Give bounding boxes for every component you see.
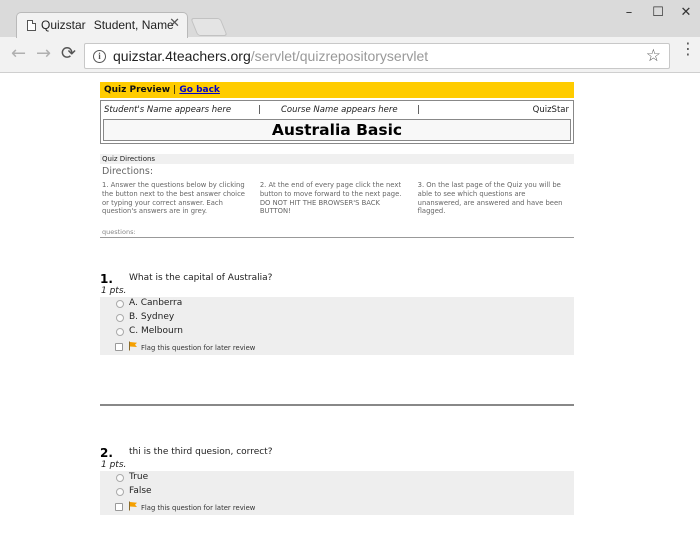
flag-review-row: Flag this question for later review — [100, 499, 574, 515]
directions-section-label: Quiz Directions — [100, 154, 574, 164]
preview-separator: | — [173, 85, 177, 95]
forward-arrow-icon[interactable]: → — [36, 45, 51, 63]
tab-title-prefix: Quizstar — [41, 18, 86, 32]
flag-icon — [129, 501, 137, 511]
quiz-title: Australia Basic — [103, 119, 571, 141]
back-arrow-icon[interactable]: ← — [11, 45, 26, 63]
answer-label: A. Canberra — [129, 298, 183, 308]
answer-label: True — [129, 472, 149, 482]
answer-label: False — [129, 486, 152, 496]
answer-radio[interactable] — [116, 474, 124, 482]
questions-label: questions: — [100, 228, 574, 239]
reload-icon[interactable]: ⟳ — [61, 45, 76, 63]
question-points: 1 pts. — [101, 286, 127, 296]
new-tab-button[interactable] — [190, 18, 228, 36]
question-number: 2. — [100, 446, 113, 460]
student-name: Student's Name appears here — [104, 105, 232, 115]
info-icon[interactable]: i — [93, 50, 106, 63]
answer-radio[interactable] — [116, 300, 124, 308]
url-host: quizstar.4teachers.org — [113, 48, 251, 64]
flag-icon — [129, 341, 137, 351]
title-bar: Quizstar Student, Name ✕ – ☐ ✕ — [0, 0, 700, 38]
preview-label: Quiz Preview — [104, 85, 171, 95]
browser-toolbar: ← → ⟳ i quizstar.4teachers.org/servlet/q… — [0, 37, 700, 73]
maximize-icon[interactable]: ☐ — [648, 6, 668, 20]
question-text: What is the capital of Australia? — [129, 273, 273, 283]
answer-label: B. Sydney — [129, 312, 175, 322]
header-info-row: Student's Name appears here | Course Nam… — [103, 103, 571, 117]
tab-close-icon[interactable]: ✕ — [169, 17, 180, 31]
window-close-icon[interactable]: ✕ — [676, 6, 696, 20]
quiz-header-box: Student's Name appears here | Course Nam… — [100, 100, 574, 144]
tab-title-rest: Student, Name — [93, 18, 174, 32]
flag-label: Flag this question for later review — [141, 344, 256, 352]
preview-bar: Quiz Preview | Go back — [100, 82, 574, 98]
bookmark-star-icon[interactable]: ☆ — [646, 46, 661, 66]
menu-icon[interactable]: ⋮ — [680, 41, 696, 57]
flag-checkbox[interactable] — [115, 343, 123, 351]
url-path: /servlet/quizrepositoryservlet — [250, 48, 429, 64]
go-back-link[interactable]: Go back — [179, 85, 220, 95]
question-text: thi is the third quesion, correct? — [129, 447, 273, 457]
answer-option[interactable]: True — [100, 471, 574, 485]
question-number: 1. — [100, 272, 113, 286]
directions-title: Directions: — [102, 166, 154, 177]
answer-radio[interactable] — [116, 328, 124, 336]
course-name: Course Name appears here — [281, 105, 398, 115]
answer-option[interactable]: B. Sydney — [100, 311, 574, 325]
address-bar[interactable]: i quizstar.4teachers.org/servlet/quizrep… — [84, 43, 670, 69]
answer-option[interactable]: C. Melbourn — [100, 325, 574, 339]
quizstar-brand: QuizStar — [532, 105, 569, 115]
header-separator: | — [258, 105, 261, 115]
url-text[interactable]: quizstar.4teachers.org/servlet/quizrepos… — [113, 48, 428, 64]
answer-option[interactable]: False — [100, 485, 574, 499]
answer-option[interactable]: A. Canberra — [100, 297, 574, 311]
question-points: 1 pts. — [101, 460, 127, 470]
direction-step-2: 2. At the end of every page click the ne… — [259, 181, 402, 216]
question-separator — [100, 404, 574, 406]
direction-step-1: 1. Answer the questions below by clickin… — [102, 181, 245, 216]
quiz-header-area: Quiz Preview | Go back Student's Name ap… — [100, 82, 574, 239]
document-icon — [27, 20, 36, 31]
header-separator: | — [417, 105, 420, 115]
answer-radio[interactable] — [116, 314, 124, 322]
answer-radio[interactable] — [116, 488, 124, 496]
flag-label: Flag this question for later review — [141, 504, 256, 512]
tab-title: Quizstar Student, Name — [41, 18, 174, 32]
flag-checkbox[interactable] — [115, 503, 123, 511]
directions-columns: 1. Answer the questions below by clickin… — [100, 181, 574, 216]
flag-review-row: Flag this question for later review — [100, 339, 574, 355]
browser-chrome: Quizstar Student, Name ✕ – ☐ ✕ ← → ⟳ i qu… — [0, 0, 700, 73]
browser-tab[interactable]: Quizstar Student, Name ✕ — [16, 12, 188, 38]
direction-step-3: 3. On the last page of the Quiz you will… — [417, 181, 563, 216]
minimize-icon[interactable]: – — [619, 6, 639, 20]
page-content: Quiz Preview | Go back Student's Name ap… — [0, 74, 700, 544]
answer-options: A. Canberra B. Sydney C. Melbourn Flag t… — [100, 297, 574, 355]
answer-options: True False Flag this question for later … — [100, 471, 574, 515]
answer-label: C. Melbourn — [129, 326, 183, 336]
